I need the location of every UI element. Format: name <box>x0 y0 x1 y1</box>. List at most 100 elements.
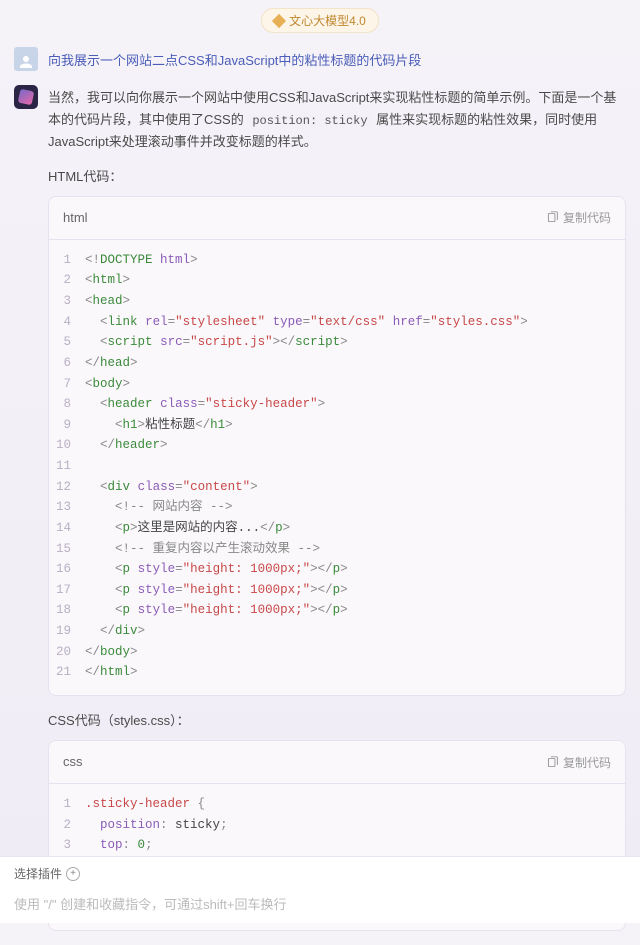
person-icon <box>17 53 35 71</box>
css-section-label: CSS代码（styles.css）： <box>48 710 626 732</box>
code-line: 3 top: 0; <box>49 835 625 856</box>
code-line: 8 <header class="sticky-header"> <box>49 394 625 415</box>
line-content: <p style="height: 1000px;"></p> <box>85 559 625 580</box>
line-number: 16 <box>49 559 85 580</box>
model-name: 文心大模型4.0 <box>289 12 366 29</box>
ai-message-content: 当然，我可以向你展示一个网站中使用CSS和JavaScript来实现粘性标题的简… <box>48 85 626 945</box>
code-lang-label: html <box>63 207 88 229</box>
line-content: <link rel="stylesheet" type="text/css" h… <box>85 312 625 333</box>
line-number: 19 <box>49 621 85 642</box>
user-message-row: 向我展示一个网站二点CSS和JavaScript中的粘性标题的代码片段 <box>0 39 640 85</box>
code-header: css 复制代码 <box>49 741 625 784</box>
line-content: </head> <box>85 353 625 374</box>
code-line: 15 <!-- 重复内容以产生滚动效果 --> <box>49 539 625 560</box>
ai-message-row: 当然，我可以向你展示一个网站中使用CSS和JavaScript来实现粘性标题的简… <box>0 85 640 945</box>
code-header: html 复制代码 <box>49 197 625 240</box>
code-line: 10 </header> <box>49 435 625 456</box>
line-number: 3 <box>49 291 85 312</box>
bottom-input-bar: 选择插件 + 使用 "/" 创建和收藏指令，可通过shift+回车换行 <box>0 856 640 923</box>
line-number: 21 <box>49 662 85 683</box>
line-number: 18 <box>49 600 85 621</box>
line-number: 6 <box>49 353 85 374</box>
line-content: <!-- 重复内容以产生滚动效果 --> <box>85 539 625 560</box>
code-line: 7<body> <box>49 374 625 395</box>
user-message-text: 向我展示一个网站二点CSS和JavaScript中的粘性标题的代码片段 <box>48 47 421 69</box>
code-line: 6</head> <box>49 353 625 374</box>
line-number: 14 <box>49 518 85 539</box>
ai-logo-icon <box>18 89 35 106</box>
user-avatar <box>14 47 38 71</box>
code-line: 21</html> <box>49 662 625 683</box>
line-number: 12 <box>49 477 85 498</box>
chat-input[interactable]: 使用 "/" 创建和收藏指令，可通过shift+回车换行 <box>14 890 626 919</box>
copy-code-button[interactable]: 复制代码 <box>546 754 611 771</box>
copy-label: 复制代码 <box>563 209 611 226</box>
line-content: <body> <box>85 374 625 395</box>
line-content: <div class="content"> <box>85 477 625 498</box>
code-line: 1<!DOCTYPE html> <box>49 250 625 271</box>
inline-code: position: sticky <box>247 113 372 129</box>
line-content: position: sticky; <box>85 815 625 836</box>
model-badge: 文心大模型4.0 <box>0 0 640 39</box>
line-content: <html> <box>85 270 625 291</box>
line-content: <p style="height: 1000px;"></p> <box>85 580 625 601</box>
line-number: 17 <box>49 580 85 601</box>
code-line: 13 <!-- 网站内容 --> <box>49 497 625 518</box>
line-number: 2 <box>49 815 85 836</box>
code-line: 12 <div class="content"> <box>49 477 625 498</box>
line-content: <head> <box>85 291 625 312</box>
line-number: 1 <box>49 250 85 271</box>
line-content: .sticky-header { <box>85 794 625 815</box>
line-content: <p>这里是网站的内容...</p> <box>85 518 625 539</box>
line-number: 8 <box>49 394 85 415</box>
line-content: top: 0; <box>85 835 625 856</box>
model-badge-inner[interactable]: 文心大模型4.0 <box>261 8 379 33</box>
diamond-icon <box>272 13 286 27</box>
ai-avatar <box>14 85 38 109</box>
line-number: 7 <box>49 374 85 395</box>
code-line: 9 <h1>粘性标题</h1> <box>49 415 625 436</box>
line-content: <script src="script.js"></script> <box>85 332 625 353</box>
copy-code-button[interactable]: 复制代码 <box>546 209 611 226</box>
copy-label: 复制代码 <box>563 754 611 771</box>
line-number: 5 <box>49 332 85 353</box>
copy-icon <box>546 211 559 224</box>
line-number: 9 <box>49 415 85 436</box>
line-content: </html> <box>85 662 625 683</box>
code-line: 1.sticky-header { <box>49 794 625 815</box>
line-content: <header class="sticky-header"> <box>85 394 625 415</box>
line-content: </body> <box>85 642 625 663</box>
line-content: </header> <box>85 435 625 456</box>
line-number: 15 <box>49 539 85 560</box>
line-content: </div> <box>85 621 625 642</box>
line-number: 20 <box>49 642 85 663</box>
line-number: 2 <box>49 270 85 291</box>
line-number: 4 <box>49 312 85 333</box>
line-content <box>85 456 625 477</box>
code-line: 2 position: sticky; <box>49 815 625 836</box>
html-code-body[interactable]: 1<!DOCTYPE html>2<html>3<head>4 <link re… <box>49 240 625 695</box>
html-section-label: HTML代码： <box>48 166 626 188</box>
code-line: 20</body> <box>49 642 625 663</box>
code-line: 3<head> <box>49 291 625 312</box>
copy-icon <box>546 756 559 769</box>
code-line: 5 <script src="script.js"></script> <box>49 332 625 353</box>
code-line: 14 <p>这里是网站的内容...</p> <box>49 518 625 539</box>
plus-circle-icon: + <box>66 867 80 881</box>
code-line: 4 <link rel="stylesheet" type="text/css"… <box>49 312 625 333</box>
line-number: 13 <box>49 497 85 518</box>
line-number: 3 <box>49 835 85 856</box>
html-code-block: html 复制代码 1<!DOCTYPE html>2<html>3<head>… <box>48 196 626 696</box>
plugin-selector[interactable]: 选择插件 + <box>14 865 626 882</box>
code-line: 16 <p style="height: 1000px;"></p> <box>49 559 625 580</box>
code-lang-label: css <box>63 751 83 773</box>
plugin-label: 选择插件 <box>14 865 62 882</box>
code-line: 18 <p style="height: 1000px;"></p> <box>49 600 625 621</box>
code-line: 19 </div> <box>49 621 625 642</box>
code-line: 11 <box>49 456 625 477</box>
line-content: <!DOCTYPE html> <box>85 250 625 271</box>
ai-intro-paragraph: 当然，我可以向你展示一个网站中使用CSS和JavaScript来实现粘性标题的简… <box>48 87 626 154</box>
line-number: 10 <box>49 435 85 456</box>
line-content: <h1>粘性标题</h1> <box>85 415 625 436</box>
code-line: 2<html> <box>49 270 625 291</box>
